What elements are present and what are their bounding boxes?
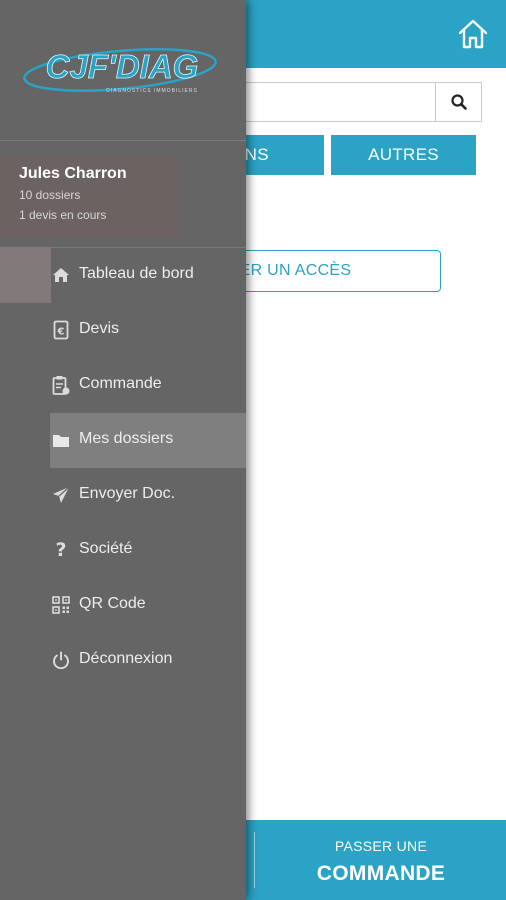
menu-item-label: Société	[79, 540, 133, 557]
navigation-drawer: CJF'DIAG DIAGNOSTICS IMMOBILIERS Jules C…	[0, 0, 246, 900]
user-dossiers-count: 10 dossiers	[19, 188, 81, 202]
menu-item-deconnexion[interactable]: Déconnexion	[50, 633, 246, 688]
svg-text:CJF'DIAG: CJF'DIAG	[46, 48, 199, 85]
question-icon: ?	[55, 539, 67, 561]
qr-code-icon	[51, 595, 71, 615]
tab-autres[interactable]: AUTRES	[331, 135, 476, 175]
order-button-line1: PASSER UNE	[334, 838, 428, 854]
menu-item-label: Envoyer Doc.	[79, 485, 176, 502]
user-card[interactable]: Jules Charron 10 dossiers 1 devis en cou…	[0, 157, 178, 237]
svg-text:DIAGNOSTICS IMMOBILIERS: DIAGNOSTICS IMMOBILIERS	[106, 88, 198, 94]
menu-item-label: Tableau de bord	[79, 265, 194, 282]
search-icon	[450, 94, 467, 110]
highlight-block	[0, 247, 51, 303]
quote-doc-icon: €	[51, 320, 71, 340]
menu-item-qr-code[interactable]: QR Code	[50, 578, 246, 633]
drawer-divider	[0, 140, 246, 141]
menu-item-label: Commande	[79, 375, 162, 392]
menu-item-devis[interactable]: € Devis	[50, 303, 246, 358]
menu-item-mes-dossiers[interactable]: Mes dossiers	[50, 413, 246, 468]
svg-text:€: €	[57, 327, 65, 338]
user-name: Jules Charron	[19, 165, 127, 182]
send-icon	[51, 485, 71, 505]
menu-item-label: Devis	[79, 320, 120, 337]
power-icon	[51, 650, 71, 670]
menu-item-envoyer-doc[interactable]: Envoyer Doc.	[50, 468, 246, 523]
order-divider	[254, 832, 255, 888]
order-button-line2: COMMANDE	[316, 862, 446, 885]
menu-item-commande[interactable]: Commande	[50, 358, 246, 413]
menu-item-tableau-de-bord[interactable]: Tableau de bord	[50, 248, 246, 303]
brand-logo: CJF'DIAG DIAGNOSTICS IMMOBILIERS	[22, 42, 222, 98]
clipboard-icon	[51, 375, 71, 395]
home-icon	[458, 19, 488, 49]
menu-item-label: Déconnexion	[79, 650, 173, 667]
place-order-button[interactable]: PASSER UNE COMMANDE	[256, 820, 506, 900]
menu-item-label: QR Code	[79, 595, 146, 612]
folder-icon	[51, 430, 71, 450]
home-icon	[51, 265, 71, 285]
home-button[interactable]	[456, 18, 490, 50]
user-devis-status: 1 devis en cours	[19, 208, 107, 222]
search-button[interactable]	[435, 83, 481, 121]
menu-item-label: Mes dossiers	[79, 430, 174, 447]
menu-item-societe[interactable]: ? Société	[50, 523, 246, 578]
